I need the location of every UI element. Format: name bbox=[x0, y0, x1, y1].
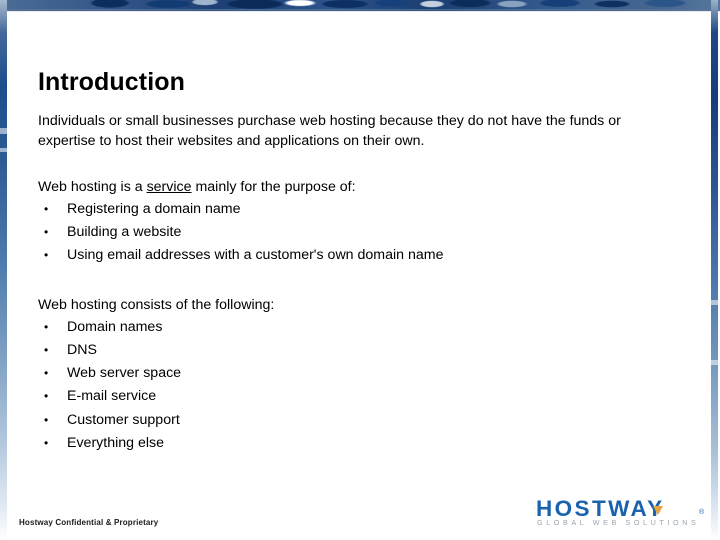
list-item-label: Registering a domain name bbox=[67, 200, 241, 217]
list-item: • DNS bbox=[38, 339, 274, 362]
logo-triangle-accent-icon bbox=[653, 506, 663, 515]
list-item: • Web server space bbox=[38, 362, 274, 385]
list-item: • Registering a domain name bbox=[38, 198, 443, 221]
list-item: • Everything else bbox=[38, 432, 274, 455]
bullet-icon: • bbox=[44, 389, 49, 404]
right-edge-accent-strip bbox=[711, 0, 718, 540]
list-item-label: Using email addresses with a customer's … bbox=[67, 247, 444, 264]
list-item-label: Customer support bbox=[67, 411, 180, 428]
right-edge-notch bbox=[711, 360, 718, 365]
list-item-label: Web server space bbox=[67, 365, 182, 382]
bullet-icon: • bbox=[44, 366, 49, 381]
list-item-label: E-mail service bbox=[67, 388, 157, 405]
slide-canvas: Introduction Individuals or small busine… bbox=[0, 0, 720, 540]
top-banner-fade bbox=[0, 9, 720, 12]
hostway-tagline: GLOBAL WEB SOLUTIONS bbox=[537, 518, 700, 527]
bullet-icon: • bbox=[44, 248, 49, 263]
right-edge-notch bbox=[711, 300, 718, 305]
consists-section: Web hosting consists of the following: •… bbox=[38, 296, 274, 455]
list-item-label: DNS bbox=[67, 341, 97, 358]
list-item-label: Building a website bbox=[67, 223, 182, 240]
service-section: Web hosting is a service mainly for the … bbox=[38, 178, 443, 267]
bullet-icon: • bbox=[44, 412, 49, 427]
list-item-label: Everything else bbox=[67, 434, 164, 451]
consists-bullet-list: • Domain names • DNS • Web server space • E-… bbox=[38, 316, 274, 456]
list-item: • E-mail service bbox=[38, 385, 274, 408]
confidentiality-footer: Hostway Confidential & Proprietary bbox=[19, 518, 159, 527]
list-item: • Domain names bbox=[38, 316, 274, 339]
bullet-icon: • bbox=[44, 224, 49, 239]
intro-paragraph: Individuals or small businesses purchase… bbox=[38, 113, 621, 149]
bullet-icon: • bbox=[44, 319, 49, 334]
service-lead-prefix: Web hosting is a bbox=[38, 179, 147, 195]
left-edge-notch bbox=[0, 128, 7, 134]
consists-lead-line: Web hosting consists of the following: bbox=[38, 297, 275, 313]
service-lead-line: Web hosting is a service mainly for the … bbox=[38, 178, 443, 198]
list-item: • Using email addresses with a customer's… bbox=[38, 244, 443, 267]
list-item-label: Domain names bbox=[67, 318, 163, 335]
left-edge-accent-strip bbox=[0, 0, 7, 540]
bullet-icon: • bbox=[44, 435, 49, 450]
bullet-icon: • bbox=[44, 201, 49, 216]
bullet-icon: • bbox=[44, 342, 49, 357]
service-lead-suffix: mainly for the purpose of: bbox=[191, 179, 356, 195]
page-title: Introduction bbox=[38, 67, 186, 96]
service-keyword: service bbox=[146, 179, 192, 195]
intro-paragraph-block: Individuals or small businesses purchase… bbox=[38, 112, 646, 151]
left-edge-notch bbox=[0, 148, 7, 152]
list-item: • Building a website bbox=[38, 221, 443, 244]
list-item: • Customer support bbox=[38, 409, 274, 432]
registered-trademark-icon: ® bbox=[699, 509, 705, 516]
service-bullet-list: • Registering a domain name • Building a w… bbox=[38, 198, 443, 268]
hostway-logo: HOSTWAY ® GLOBAL WEB SOLUTIONS bbox=[536, 497, 712, 529]
